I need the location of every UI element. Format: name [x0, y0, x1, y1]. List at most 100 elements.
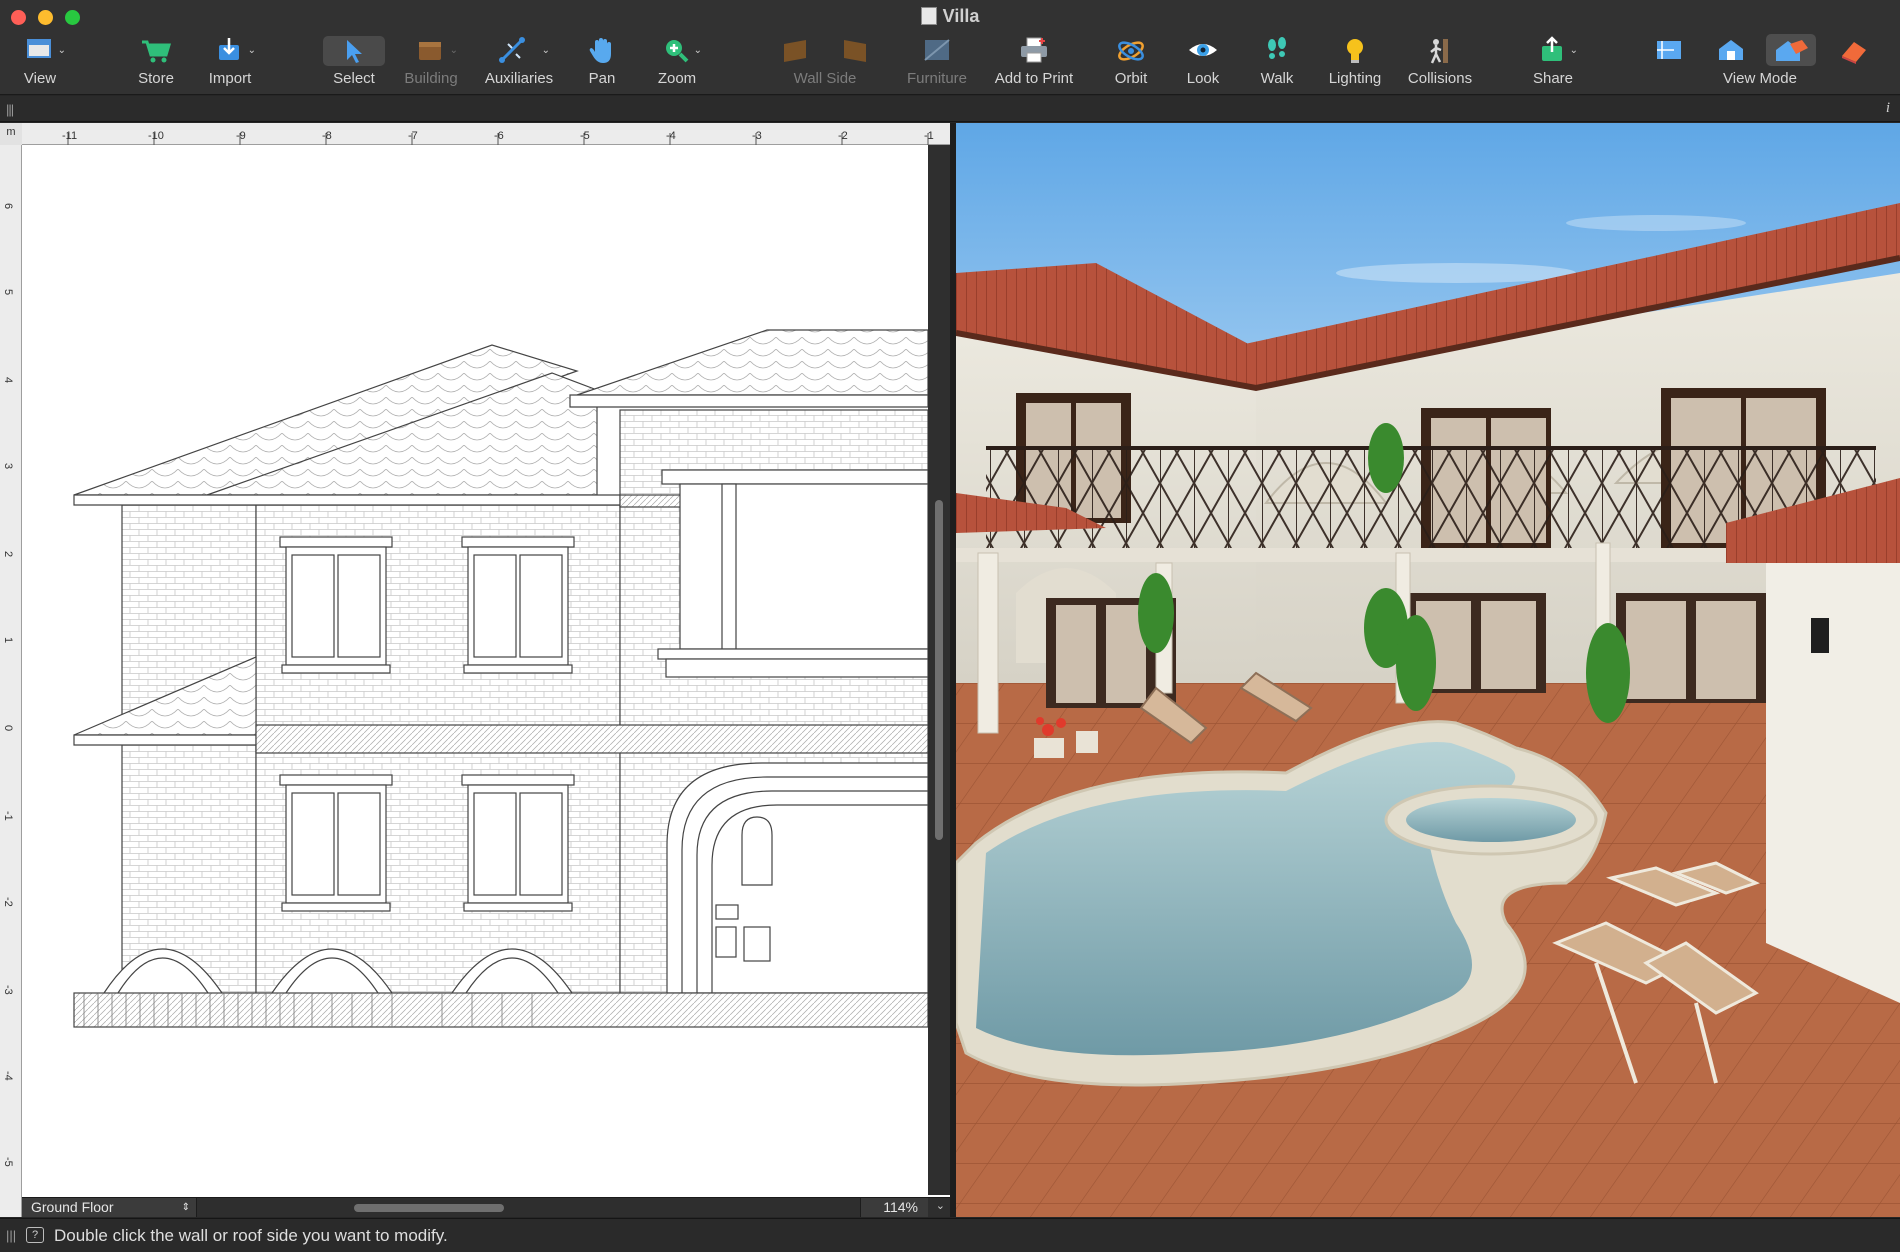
auxiliaries-icon	[499, 37, 525, 63]
cart-icon	[142, 40, 172, 63]
share-button[interactable]: ⌄ Share	[1528, 36, 1578, 87]
window-title: Villa	[0, 6, 1900, 27]
zoom-dropdown-icon[interactable]: ⌄	[936, 1199, 945, 1212]
wall-side-icon	[784, 40, 866, 62]
orbit-icon	[1118, 41, 1144, 61]
lighting-label: Lighting	[1328, 70, 1382, 87]
import-label: Import	[208, 70, 252, 87]
share-label: Share	[1532, 70, 1574, 87]
status-grip-icon[interactable]: |||	[6, 1228, 16, 1243]
level-selector[interactable]: Ground Floor ⇕	[22, 1198, 197, 1217]
select-button[interactable]: Select	[322, 36, 386, 87]
ruler-tick: 3	[2, 463, 14, 470]
ruler-tick: -3	[752, 130, 762, 142]
ruler-tick: 4	[2, 377, 14, 384]
eye-icon	[1189, 44, 1217, 56]
zoom-label: Zoom	[657, 70, 697, 87]
3d-view-icon[interactable]	[1716, 36, 1746, 64]
ruler-tick: -10	[148, 130, 164, 142]
render-icon[interactable]	[1838, 36, 1870, 64]
ruler-tick: -11	[62, 130, 78, 142]
add-to-print-button[interactable]: Add to Print	[990, 36, 1078, 87]
facade-elevation-drawing[interactable]	[22, 145, 928, 1197]
hand-icon	[589, 38, 611, 63]
toolbar-handle-bar: ||| i	[0, 96, 1900, 122]
ruler-tick: -4	[666, 130, 676, 142]
ruler-unit-label: m	[0, 123, 22, 145]
wall-side-label: Wall Side	[793, 70, 857, 87]
horizontal-ruler: -11 -10 -9 -8 -7 -6 -5 -4 -3 -2 -1	[22, 123, 950, 145]
updown-icon: ⇕	[181, 1202, 190, 1213]
ruler-tick: -2	[2, 897, 14, 907]
ruler-tick: -5	[2, 1157, 14, 1167]
collisions-label: Collisions	[1407, 70, 1473, 87]
select-label: Select	[333, 70, 375, 87]
plan-footer: Ground Floor ⇕ 114% ⌄	[22, 1197, 950, 1217]
furniture-button[interactable]: Furniture	[904, 36, 970, 87]
arrow-pointer-icon	[323, 36, 385, 66]
view-label: View	[23, 70, 57, 87]
vertical-scroll-thumb[interactable]	[935, 500, 943, 840]
ruler-tick: -4	[2, 1071, 14, 1081]
pan-label: Pan	[588, 70, 616, 87]
printer-icon	[1021, 37, 1047, 63]
ruler-tick: 2	[2, 551, 14, 558]
ruler-tick: 6	[2, 203, 14, 210]
view-mode-control[interactable]: View Mode	[1650, 34, 1870, 87]
view-icon	[27, 39, 51, 58]
store-button[interactable]: Store	[134, 36, 178, 87]
lightbulb-icon	[1347, 39, 1363, 63]
ruler-tick: -5	[580, 130, 590, 142]
building-button[interactable]: ⌄ Building	[400, 36, 462, 87]
view-button[interactable]: ⌄ View	[14, 36, 66, 87]
walk-button[interactable]: Walk	[1258, 36, 1296, 87]
building-label: Building	[404, 70, 458, 87]
ruler-tick: 0	[2, 725, 14, 732]
share-icon	[1542, 36, 1562, 61]
import-icon	[219, 38, 239, 60]
ruler-tick: -2	[838, 130, 848, 142]
plan-vertical-scrollbar[interactable]	[928, 145, 950, 1195]
wall-side-button[interactable]: Wall Side	[780, 36, 870, 87]
auxiliaries-button[interactable]: ⌄ Auxiliaries	[482, 36, 556, 87]
zoom-button[interactable]: ⌄ Zoom	[650, 36, 704, 87]
auxiliaries-label: Auxiliaries	[484, 70, 554, 87]
orbit-button[interactable]: Orbit	[1110, 36, 1152, 87]
split-view-icon[interactable]	[1766, 34, 1816, 66]
window-title-text: Villa	[942, 6, 980, 26]
furniture-label: Furniture	[906, 70, 968, 87]
look-button[interactable]: Look	[1184, 36, 1222, 87]
building-icon	[419, 42, 441, 60]
footprints-icon	[1268, 37, 1286, 59]
level-value: Ground Floor	[31, 1199, 114, 1215]
look-label: Look	[1186, 70, 1220, 87]
status-message: Double click the wall or roof side you w…	[54, 1226, 448, 1245]
horizontal-scroll-thumb[interactable]	[354, 1204, 504, 1212]
ruler-tick: -1	[2, 811, 14, 821]
ruler-tick: -7	[408, 130, 418, 142]
furniture-icon	[924, 39, 950, 61]
import-button[interactable]: ⌄ Import	[204, 36, 256, 87]
pan-button[interactable]: Pan	[582, 36, 622, 87]
zoom-in-icon	[666, 40, 689, 63]
collisions-button[interactable]: Collisions	[1404, 36, 1476, 87]
add-to-print-label: Add to Print	[994, 70, 1074, 87]
ruler-tick: -8	[322, 130, 332, 142]
zoom-level-value: 114%	[883, 1199, 918, 1215]
store-label: Store	[138, 70, 174, 87]
plan-view-icon[interactable]	[1654, 36, 1684, 64]
lighting-button[interactable]: Lighting	[1326, 36, 1384, 87]
info-icon[interactable]: i	[1886, 100, 1890, 117]
3d-courtyard-render[interactable]	[956, 123, 1900, 1217]
walk-label: Walk	[1260, 70, 1294, 87]
ruler-tick: -3	[2, 985, 14, 995]
tooltip-help-icon[interactable]: ?	[26, 1227, 44, 1243]
ruler-tick: 5	[2, 289, 14, 296]
plan-view[interactable]: m -11 -10 -9 -8 -7 -6 -5 -4 -3 -2 -1 6 5…	[0, 123, 950, 1217]
ruler-tick: -6	[494, 130, 504, 142]
panel-grip-icon[interactable]: |||	[6, 102, 14, 117]
3d-view[interactable]	[956, 123, 1900, 1217]
ruler-tick: -9	[236, 130, 246, 142]
zoom-level-field[interactable]: 114%	[860, 1198, 928, 1217]
ruler-tick: -1	[924, 130, 934, 142]
